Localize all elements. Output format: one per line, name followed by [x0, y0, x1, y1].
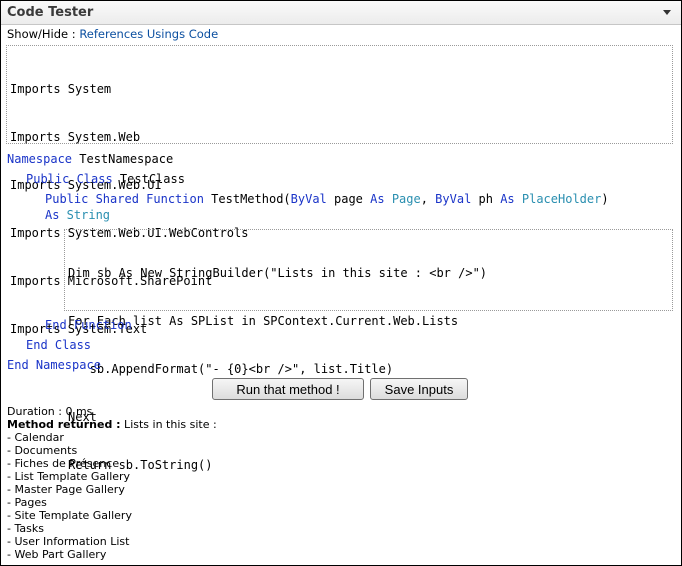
list-item: - Calendar — [7, 431, 64, 444]
param-name: ph — [471, 192, 501, 206]
run-method-button[interactable]: Run that method ! — [212, 378, 364, 400]
code-tester-webpart: Code Tester Show/Hide : References Using… — [0, 0, 682, 566]
import-line: Imports System — [10, 82, 112, 96]
param-type: Page — [384, 192, 421, 206]
result-list: - Calendar - Documents - Fiches de Prése… — [7, 431, 217, 561]
show-hide-bar: Show/Hide : References Usings Code — [7, 27, 218, 41]
usings-editor[interactable]: Imports System Imports System.Web Import… — [6, 45, 673, 336]
method-returned-text: Lists in this site : — [120, 418, 217, 431]
list-item: - Tasks — [7, 522, 44, 535]
method-signature: Public Shared Function TestMethod(ByVal … — [45, 191, 609, 207]
namespace-keyword: Namespace — [7, 152, 73, 166]
end-function: End Function — [45, 318, 132, 332]
code-line: For Each list As SPList in SPContext.Cur… — [68, 314, 459, 328]
references-link[interactable]: References — [79, 27, 143, 41]
class-keyword: Public Class — [26, 172, 113, 186]
byval-keyword: ByVal — [435, 192, 472, 206]
list-item: - User Information List — [7, 535, 130, 548]
param-name: page — [326, 192, 371, 206]
namespace-name: TestNamespace — [72, 152, 174, 166]
webpart-title: Code Tester — [7, 5, 94, 20]
list-item: - Site Template Gallery — [7, 509, 132, 522]
list-item: - List Template Gallery — [7, 470, 131, 483]
code-link[interactable]: Code — [189, 27, 218, 41]
close-paren: ) — [601, 192, 609, 206]
list-item: - Fiches de Présence — [7, 457, 120, 470]
webpart-header: Code Tester — [1, 1, 681, 25]
param-type: PlaceHolder — [514, 192, 602, 206]
class-declaration: Public Class TestClass — [26, 171, 185, 187]
method-returned-line: Method returned : Lists in this site : — [7, 418, 217, 431]
list-item: - Web Part Gallery — [7, 548, 107, 561]
result-panel: Duration : 0 ms Method returned : Lists … — [7, 405, 217, 561]
show-hide-label: Show/Hide : — [7, 27, 80, 41]
method-name: TestMethod( — [203, 192, 291, 206]
comma: , — [420, 192, 436, 206]
list-item: - Documents — [7, 444, 78, 457]
code-line: sb.AppendFormat("- {0}<br />", list.Titl… — [68, 362, 394, 376]
save-inputs-button[interactable]: Save Inputs — [370, 378, 468, 400]
duration-text: Duration : 0 ms — [7, 405, 93, 418]
namespace-declaration: Namespace TestNamespace — [7, 151, 173, 167]
return-type: String — [59, 208, 111, 222]
as-keyword: As — [370, 192, 385, 206]
code-line: Dim sb As New StringBuilder("Lists in th… — [68, 266, 488, 280]
list-item: - Master Page Gallery — [7, 483, 125, 496]
as-keyword: As — [45, 208, 60, 222]
method-keyword: Public Shared Function — [45, 192, 204, 206]
end-class: End Class — [26, 338, 92, 352]
import-line: Imports System.Web — [10, 130, 141, 144]
usings-link[interactable]: Usings — [147, 27, 185, 41]
as-keyword: As — [500, 192, 515, 206]
end-namespace: End Namespace — [7, 358, 101, 372]
list-item: - Pages — [7, 496, 47, 509]
chevron-down-icon[interactable] — [663, 10, 671, 15]
return-type-line: As String — [45, 207, 110, 223]
method-returned-label: Method returned : — [7, 418, 121, 431]
class-name: TestClass — [112, 172, 185, 186]
method-body-editor[interactable]: Dim sb As New StringBuilder("Lists in th… — [64, 229, 673, 472]
byval-keyword: ByVal — [290, 192, 327, 206]
